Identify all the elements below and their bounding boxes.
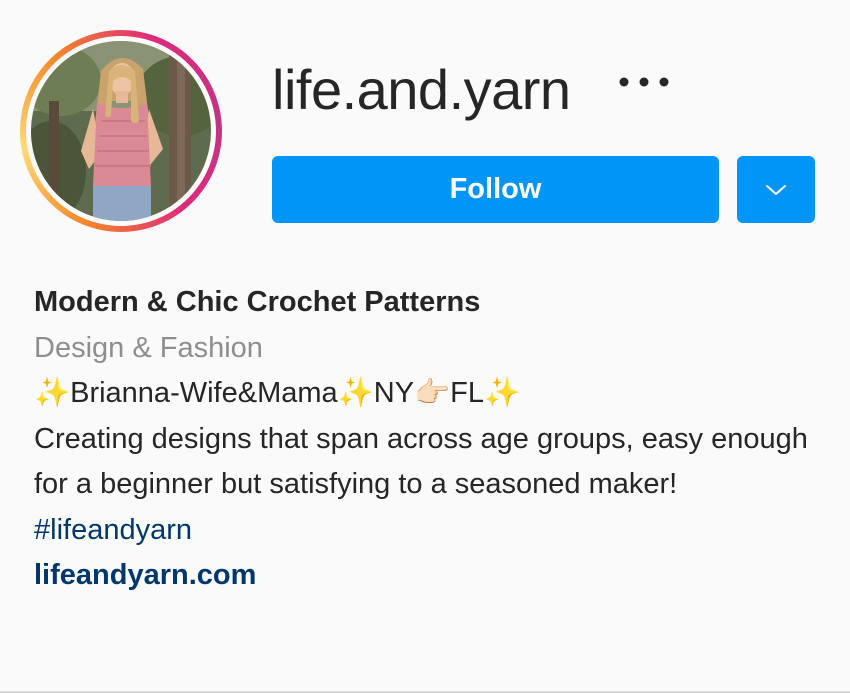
chevron-down-icon [766,184,786,195]
website-link[interactable]: lifeandyarn.com [34,553,824,599]
bio: Modern & Chic Crochet Patterns Design & … [34,280,824,599]
follow-button[interactable]: Follow [272,156,719,223]
more-options-icon[interactable] [618,70,670,94]
hashtag-link[interactable]: #lifeandyarn [34,508,824,554]
story-ring[interactable] [20,30,222,232]
profile-page: life.and.yarn Follow Modern & Chic Croch… [0,0,850,693]
category-label: Design & Fashion [34,331,263,364]
bio-description: Creating designs that span across age gr… [34,422,808,501]
bio-tagline: ✨Brianna-Wife&Mama✨NY👉🏻FL✨ [34,377,521,409]
suggested-accounts-button[interactable] [737,156,815,223]
username: life.and.yarn [272,58,571,121]
avatar-gap [26,36,216,226]
avatar[interactable] [31,41,211,221]
display-name: Modern & Chic Crochet Patterns [34,286,481,318]
